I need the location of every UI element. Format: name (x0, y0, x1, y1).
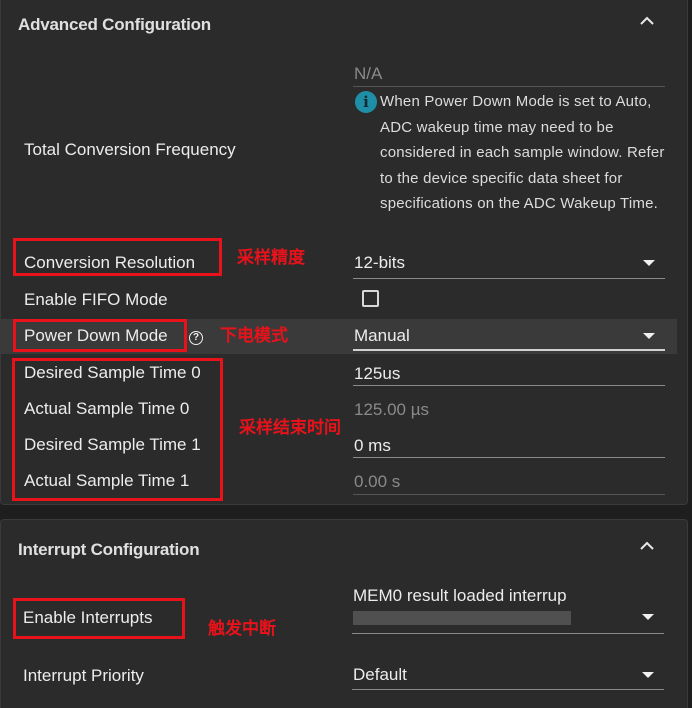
conversion-resolution-dropdown-arrow-icon[interactable] (643, 260, 655, 266)
annotation-box-conversion-resolution (13, 238, 222, 276)
collapse-advanced-chevron-up-icon[interactable] (638, 12, 656, 30)
power-down-mode-dropdown-arrow-icon[interactable] (643, 333, 655, 339)
enable-interrupts-underline (352, 633, 664, 634)
interrupt-priority-label: Interrupt Priority (23, 666, 144, 685)
advanced-configuration-title: Advanced Configuration (18, 15, 211, 34)
actual-sample-time-1-value: 0.00 s (354, 472, 401, 491)
desired-sample-time-0-input[interactable]: 125us (354, 364, 400, 384)
desired-sample-time-0-underline (353, 385, 665, 386)
total-conversion-frequency-value: N/A (354, 64, 383, 83)
power-down-mode-underline (353, 349, 665, 351)
conversion-resolution-dropdown[interactable]: 12-bits (354, 253, 405, 273)
annotation-resolution-text: 采样精度 (237, 248, 305, 268)
power-down-wakeup-note: When Power Down Mode is set to Auto, ADC… (380, 93, 665, 213)
power-down-mode-dropdown[interactable]: Manual (354, 326, 410, 346)
desired-sample-time-1-input[interactable]: 0 ms (354, 436, 391, 456)
enable-fifo-mode-label: Enable FIFO Mode (24, 290, 168, 309)
actual-sample-time-1-underline (353, 494, 665, 495)
annotation-box-power-down-mode (13, 319, 187, 352)
desired-sample-time-1-underline (353, 457, 665, 458)
collapse-interrupt-chevron-up-icon[interactable] (638, 537, 656, 555)
help-question-icon[interactable]: ? (189, 331, 203, 345)
enable-fifo-mode-checkbox[interactable] (362, 290, 379, 307)
interrupt-priority-dropdown[interactable]: Default (353, 665, 407, 685)
annotation-interrupts-text: 触发中断 (208, 619, 276, 639)
total-conversion-frequency-underline (353, 86, 665, 87)
interrupt-priority-underline (352, 689, 664, 690)
annotation-box-enable-interrupts (13, 598, 185, 639)
interrupt-priority-dropdown-arrow-icon[interactable] (642, 672, 654, 678)
actual-sample-time-0-value: 125.00 µs (354, 400, 430, 419)
annotation-box-sample-times (12, 358, 223, 501)
enable-interrupts-dropdown-arrow-icon[interactable] (642, 614, 654, 620)
annotation-power-down-text: 下电模式 (220, 326, 288, 346)
interrupt-configuration-title: Interrupt Configuration (18, 540, 200, 559)
annotation-sample-time-text: 采样结束时间 (239, 418, 341, 438)
enable-interrupts-selection-bar (353, 611, 571, 625)
enable-interrupts-dropdown[interactable]: MEM0 result loaded interrup (353, 586, 567, 606)
total-conversion-frequency-label: Total Conversion Frequency (24, 140, 236, 159)
conversion-resolution-underline (353, 278, 665, 279)
info-icon: i (355, 91, 377, 113)
